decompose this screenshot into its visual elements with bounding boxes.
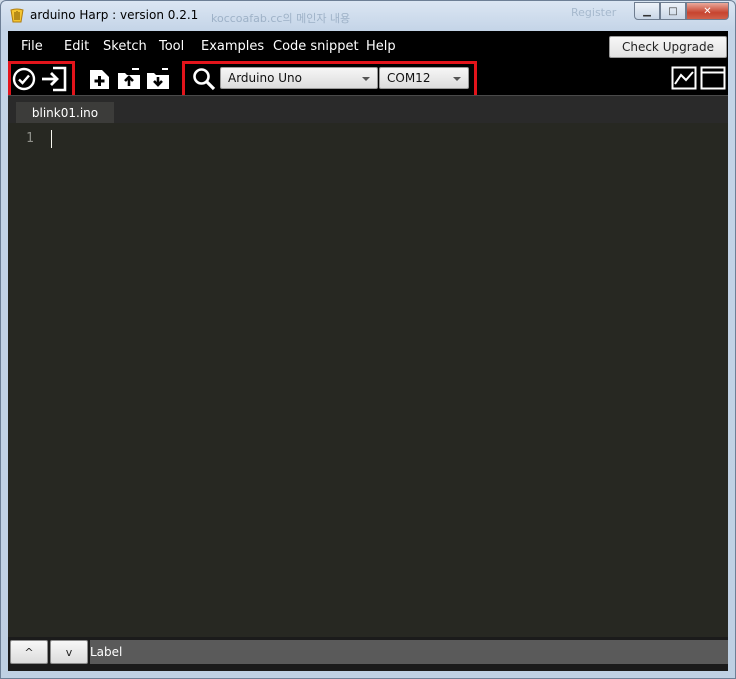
minimize-button[interactable]: ▁ xyxy=(634,2,660,20)
menu-tool[interactable]: Tool xyxy=(159,39,184,54)
console-down-button[interactable]: v xyxy=(50,640,88,664)
console-up-button[interactable]: ^ xyxy=(10,640,48,664)
menu-bar: File Edit Sketch Tool Examples Code snip… xyxy=(8,31,728,61)
menu-sketch[interactable]: Sketch xyxy=(103,39,147,54)
serial-plotter-icon[interactable] xyxy=(671,66,697,90)
new-file-icon[interactable] xyxy=(87,66,113,92)
window-caption-buttons: ▁ □ ✕ xyxy=(634,2,729,20)
menu-help[interactable]: Help xyxy=(366,39,396,54)
background-window-title-2: Register xyxy=(571,6,617,19)
code-editor[interactable]: 1 xyxy=(8,123,728,637)
status-strip xyxy=(90,640,728,664)
menu-edit[interactable]: Edit xyxy=(64,39,89,54)
save-folder-icon[interactable] xyxy=(145,66,171,92)
highlight-box-verify-upload xyxy=(8,61,75,99)
menu-code-snippet[interactable]: Code snippet xyxy=(273,39,359,54)
window-title: arduino Harp : version 0.2.1 xyxy=(30,8,199,22)
console-bar: ^ v Label xyxy=(8,637,728,671)
text-caret xyxy=(51,130,52,148)
minimize-icon: ▁ xyxy=(643,5,651,17)
line-number: 1 xyxy=(26,131,34,146)
maximize-button[interactable]: □ xyxy=(660,2,686,20)
toolbar: Arduino Uno COM12 xyxy=(8,61,728,99)
title-bar[interactable]: arduino Harp : version 0.2.1 koccoafab.c… xyxy=(1,1,735,31)
harp-app-icon xyxy=(10,8,24,23)
tab-bar: blink01.ino xyxy=(8,95,728,124)
app-window: arduino Harp : version 0.2.1 koccoafab.c… xyxy=(0,0,736,679)
tab-blink01[interactable]: blink01.ino xyxy=(16,102,114,124)
maximize-icon: □ xyxy=(668,5,678,17)
app-client-area: File Edit Sketch Tool Examples Code snip… xyxy=(8,31,728,671)
close-button[interactable]: ✕ xyxy=(686,2,729,20)
close-icon: ✕ xyxy=(703,5,712,17)
menu-examples[interactable]: Examples xyxy=(201,39,264,54)
open-folder-icon[interactable] xyxy=(116,66,142,92)
background-window-title: koccoafab.cc의 메인자 내용 xyxy=(211,12,351,25)
highlight-box-board-port xyxy=(182,61,477,99)
menu-file[interactable]: File xyxy=(21,39,43,54)
check-upgrade-button[interactable]: Check Upgrade xyxy=(609,36,727,58)
status-label: Label xyxy=(90,645,123,659)
serial-monitor-icon[interactable] xyxy=(700,66,726,90)
